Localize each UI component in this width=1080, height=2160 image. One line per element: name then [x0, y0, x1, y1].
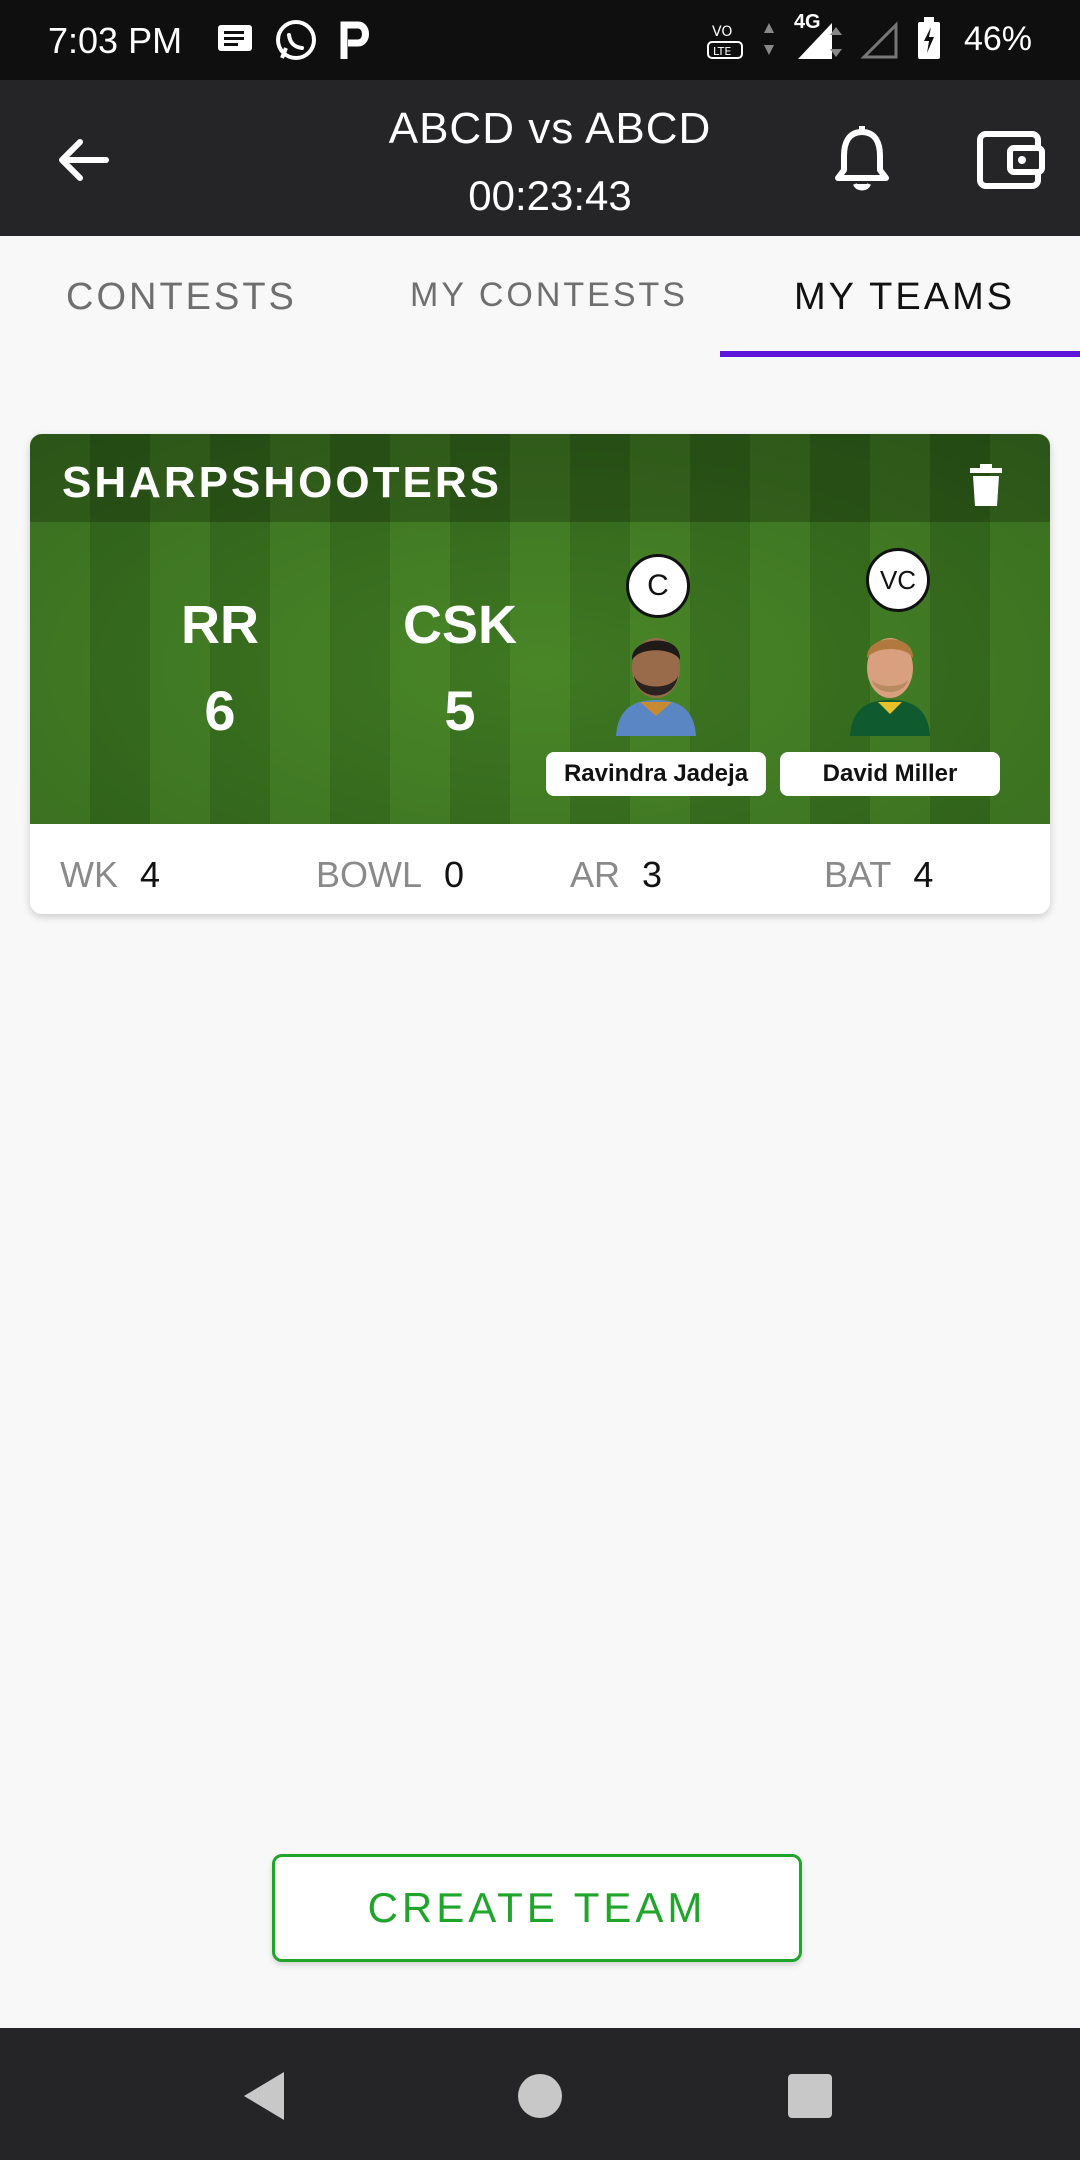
match-title: ABCD vs ABCD: [388, 104, 712, 153]
paytm-icon: [340, 21, 369, 59]
nav-recents-icon[interactable]: [786, 2072, 834, 2120]
volte-icon: VO LTE: [706, 24, 743, 59]
vice-captain-badge: VC: [866, 548, 930, 612]
role-count: 4: [913, 854, 934, 895]
message-icon: [218, 25, 252, 51]
role-wk: WK 4: [60, 854, 160, 896]
team-count-rr: RR 6: [140, 594, 300, 743]
match-timer: 00:23:43: [468, 172, 632, 219]
team-name: SHARPSHOOTERS: [62, 458, 502, 507]
active-tab-indicator: [720, 351, 1080, 357]
role-label: WK: [60, 854, 118, 895]
app-toolbar: ABCD vs ABCD 00:23:43: [0, 80, 1080, 236]
nav-home-icon[interactable]: [516, 2072, 564, 2120]
system-icons: VO LTE 4G 46%: [706, 11, 1032, 62]
captain-name: Ravindra Jadeja: [546, 752, 766, 796]
whatsapp-icon: [276, 20, 316, 60]
status-bar: 7:03 PM VO LTE 4G 46%: [0, 0, 1080, 80]
tab-my-teams[interactable]: MY TEAMS: [794, 276, 1015, 319]
vice-captain-name: David Miller: [780, 752, 1000, 796]
svg-text:VO: VO: [712, 24, 732, 40]
contest-tabs: CONTESTS MY CONTESTS MY TEAMS: [0, 236, 1080, 357]
role-ar: AR 3: [570, 854, 662, 896]
player-avatar: [850, 638, 930, 736]
captain-badge: C: [626, 554, 690, 618]
role-summary: WK 4 BOWL 0 AR 3 BAT 4: [30, 824, 1050, 914]
team-player-count: 6: [204, 679, 236, 742]
team-abbr: RR: [181, 595, 259, 655]
role-label: BOWL: [316, 854, 423, 895]
signal-4g-icon: 4G: [792, 11, 844, 61]
player-avatar: [616, 638, 696, 736]
role-bowl: BOWL 0: [316, 854, 464, 896]
create-team-button[interactable]: CREATE TEAM: [272, 1854, 802, 1962]
role-label: AR: [570, 854, 621, 895]
team-card-header: SHARPSHOOTERS: [30, 434, 1050, 522]
tab-contests[interactable]: CONTESTS: [66, 276, 297, 319]
battery-percent: 46%: [963, 19, 1032, 58]
trash-icon[interactable]: [968, 464, 1004, 506]
team-count-csk: CSK 5: [360, 594, 560, 743]
status-time: 7:03 PM: [48, 20, 183, 61]
svg-text:LTE: LTE: [713, 45, 731, 58]
role-label: BAT: [824, 854, 892, 895]
data-arrows-icon: [763, 23, 774, 55]
team-abbr: CSK: [402, 595, 517, 655]
role-bat: BAT 4: [824, 854, 933, 896]
match-header: ABCD vs ABCD 00:23:43: [300, 104, 800, 220]
role-count: 0: [444, 854, 465, 895]
notification-icons: [216, 18, 372, 62]
system-nav-bar: [0, 2028, 1080, 2160]
bell-icon[interactable]: [830, 124, 894, 194]
tab-my-contests[interactable]: MY CONTESTS: [410, 276, 688, 315]
nav-back-icon[interactable]: [240, 2068, 290, 2124]
role-count: 4: [140, 854, 161, 895]
role-count: 3: [642, 854, 663, 895]
team-player-count: 5: [444, 679, 476, 742]
back-arrow-icon[interactable]: [54, 130, 114, 190]
team-card[interactable]: SHARPSHOOTERS RR 6 CSK 5 C Ravindra Jade…: [30, 434, 1050, 914]
vice-captain-player: VC David Miller: [780, 548, 1000, 824]
captain-player: C Ravindra Jadeja: [546, 554, 766, 824]
battery-icon: [917, 17, 940, 59]
wallet-icon[interactable]: [976, 126, 1046, 192]
signal-empty-icon: [860, 21, 898, 59]
